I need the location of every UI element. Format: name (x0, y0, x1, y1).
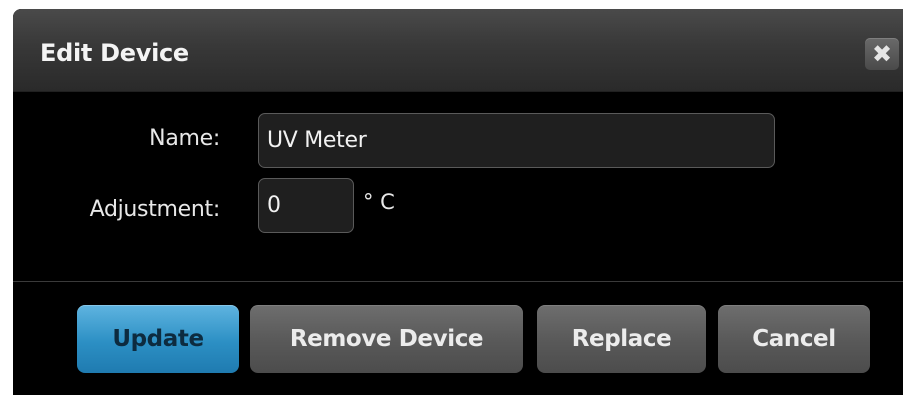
divider (13, 281, 903, 282)
adjustment-label: Adjustment: (89, 197, 221, 222)
name-input[interactable] (258, 113, 775, 168)
close-button[interactable]: ✖ (865, 38, 899, 70)
name-label: Name: (149, 126, 220, 151)
replace-button[interactable]: Replace (537, 305, 706, 373)
dialog-title-bar: Edit Device ✖ (13, 9, 903, 92)
cancel-button[interactable]: Cancel (718, 305, 870, 373)
adjustment-unit-label: ° C (363, 190, 395, 214)
close-icon: ✖ (871, 40, 893, 68)
update-button[interactable]: Update (77, 305, 239, 373)
remove-device-button[interactable]: Remove Device (250, 305, 523, 373)
dialog-title: Edit Device (40, 39, 189, 67)
adjustment-input[interactable] (258, 178, 354, 233)
edit-device-dialog: Edit Device ✖ Name: Adjustment: ° C Upda… (13, 9, 903, 395)
